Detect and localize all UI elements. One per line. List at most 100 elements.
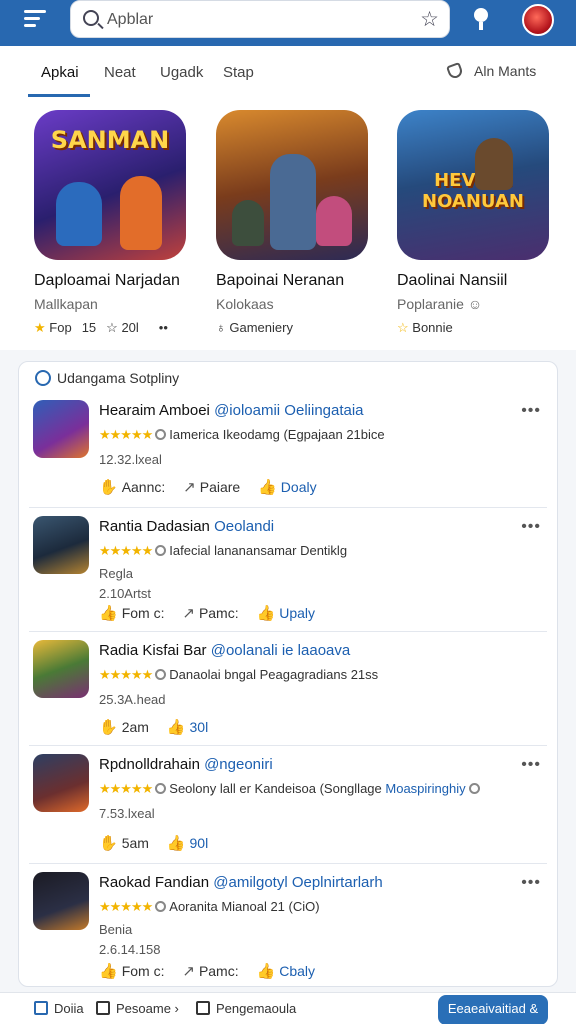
app-name[interactable]: Rpdnolldrahain @ngeoniri xyxy=(99,756,273,773)
star-icon: ★ xyxy=(34,320,46,335)
featured-subtitle: Mallkapan xyxy=(34,296,98,312)
character-figure xyxy=(56,182,102,246)
thumb-icon: ✋ xyxy=(99,479,118,496)
profile-avatar[interactable] xyxy=(522,4,554,36)
featured-card[interactable]: SANMAN Daploamai Narjadan Mallkapan ★ Fo… xyxy=(34,110,194,336)
featured-meta: ★ Fop 15 ☆ 20l •• xyxy=(34,320,168,335)
list-item[interactable]: Hearaim Amboei @ioloamii Oeliingataia ★★… xyxy=(29,400,547,508)
share-icon: ↗ xyxy=(182,963,195,980)
bottom-bar: Doiia Pesoame › Pengemaoula Eeaeaivaitia… xyxy=(0,992,576,1024)
app-meta: Benia xyxy=(99,922,133,937)
action-button[interactable]: 👍 Fom c: xyxy=(99,962,164,980)
featured-image[interactable]: HEVING NOANUAN xyxy=(397,110,549,260)
search-input[interactable] xyxy=(107,7,407,33)
tab-right-action[interactable]: Aln Mants xyxy=(446,62,537,80)
featured-meta: ☆ Bonnie xyxy=(397,320,453,335)
app-name[interactable]: Radia Kisfai Bar @oolanali ie laaoava xyxy=(99,642,350,659)
featured-section: SANMAN Daploamai Narjadan Mallkapan ★ Fo… xyxy=(0,100,576,350)
featured-title[interactable]: Daolinai Nansiil xyxy=(397,272,557,290)
featured-banner: HEVING NOANUAN xyxy=(422,170,524,212)
featured-image[interactable] xyxy=(216,110,368,260)
action-button[interactable]: ↗ Pamc: xyxy=(182,962,238,980)
action-button[interactable]: ✋ 5am xyxy=(99,834,149,852)
update-icon xyxy=(35,370,51,386)
app-meta: 2.6.14.158 xyxy=(99,942,161,957)
grid-icon xyxy=(96,1001,110,1015)
app-meta: Regla xyxy=(99,566,133,581)
app-icon[interactable] xyxy=(33,872,89,930)
character-figure xyxy=(475,138,513,190)
featured-card[interactable]: HEVING NOANUAN Daolinai Nansiil Poplaran… xyxy=(397,110,557,336)
action-button[interactable]: ↗ Paiare xyxy=(183,478,240,496)
tab-right-label: Aln Mants xyxy=(474,63,537,79)
like-icon: 👍 xyxy=(256,605,276,622)
app-description: ★★★★★ Iafecial lananansamar Dentiklg xyxy=(99,543,348,558)
star-outline-icon: ☆ xyxy=(397,320,409,335)
home-icon xyxy=(34,1001,48,1015)
featured-card[interactable]: Bapoinai Neranan Kolokaas ♁ Gameniery xyxy=(216,110,376,335)
featured-subtitle: Poplaranie ☺ xyxy=(397,296,483,312)
tab-neat[interactable]: Neat xyxy=(104,64,136,81)
star-icon[interactable]: ☆ xyxy=(420,7,439,32)
app-meta: 12.32.lxeal xyxy=(99,452,162,467)
thumb-icon: ✋ xyxy=(99,719,118,736)
like-icon: 👍 xyxy=(166,835,186,852)
featured-image[interactable]: SANMAN xyxy=(34,110,186,260)
featured-title[interactable]: Daploamai Narjadan xyxy=(34,272,194,290)
tab-ugadk[interactable]: Ugadk xyxy=(160,64,203,81)
emoji-icon: ☺ xyxy=(467,296,483,312)
notification-icon[interactable] xyxy=(472,8,490,30)
primary-button[interactable]: Eeaeaivaitiad & xyxy=(438,995,548,1024)
bottom-item[interactable]: Pengemaoula xyxy=(196,1001,296,1016)
row-actions: ✋ 2am 👍 30l xyxy=(99,718,222,736)
action-button[interactable]: 👍 30l xyxy=(167,718,208,736)
character-figure xyxy=(232,200,264,246)
featured-banner: SANMAN xyxy=(50,126,170,154)
list-item[interactable]: Rpdnolldrahain @ngeoniri ★★★★★ Seolony la… xyxy=(29,754,547,864)
active-tab-indicator xyxy=(28,94,90,97)
tab-bar: Apkai Neat Ugadk Stap Aln Mants xyxy=(0,46,576,100)
action-button[interactable]: 👍 90l xyxy=(167,834,208,852)
action-button[interactable]: ↗ Pamc: xyxy=(182,604,238,622)
panel-title: Udangama Sotpliny xyxy=(57,370,180,386)
row-actions: 👍 Fom c: ↗ Pamc: 👍 Upaly xyxy=(99,604,329,622)
action-button[interactable]: 👍 Fom c: xyxy=(99,604,164,622)
list-item[interactable]: Radia Kisfai Bar @oolanali ie laaoava ★★… xyxy=(29,640,547,746)
share-icon: ↗ xyxy=(182,605,195,622)
menu-icon[interactable] xyxy=(24,10,46,30)
action-button[interactable]: 👍 Upaly xyxy=(257,604,315,622)
tools-icon xyxy=(196,1001,210,1015)
app-name[interactable]: Rantia Dadasian Oeolandi xyxy=(99,518,274,535)
app-description: ★★★★★ Aoranita Mianoal 21 (CiO) xyxy=(99,899,320,914)
action-button[interactable]: 👍 Cbaly xyxy=(257,962,315,980)
app-meta: 2.10Artst xyxy=(99,586,152,601)
action-button[interactable]: ✋ 2am xyxy=(99,718,149,736)
bottom-item[interactable]: Doiia xyxy=(34,1001,84,1016)
app-icon[interactable] xyxy=(33,400,89,458)
share-icon: ↗ xyxy=(183,479,196,496)
action-button[interactable]: ✋ Aannc: xyxy=(99,478,165,496)
more-options-icon[interactable]: ••• xyxy=(521,756,541,774)
app-name[interactable]: Hearaim Amboei @ioloamii Oeliingataia xyxy=(99,402,364,419)
more-options-icon[interactable]: ••• xyxy=(521,402,541,420)
more-options-icon[interactable]: ••• xyxy=(521,874,541,892)
app-icon[interactable] xyxy=(33,754,89,812)
featured-title[interactable]: Bapoinai Neranan xyxy=(216,272,376,290)
app-description: ★★★★★ Danaolai bngal Peagagradians 21ss xyxy=(99,667,379,682)
more-options-icon[interactable]: ••• xyxy=(521,518,541,536)
list-item[interactable]: Rantia Dadasian Oeolandi ★★★★★ Iafecial l… xyxy=(29,516,547,632)
list-item[interactable]: Raokad Fandian @amilgotyl Oeplnirtarlarh… xyxy=(29,872,547,984)
bottom-item[interactable]: Pesoame › xyxy=(96,1001,179,1016)
tab-stap[interactable]: Stap xyxy=(223,64,254,81)
action-button[interactable]: 👍 Doaly xyxy=(258,478,316,496)
tab-apkai[interactable]: Apkai xyxy=(41,64,79,81)
app-icon[interactable] xyxy=(33,640,89,698)
like-icon: 👍 xyxy=(256,963,276,980)
panel-header: Udangama Sotpliny xyxy=(35,370,179,386)
thumb-icon: ✋ xyxy=(99,835,118,852)
app-icon[interactable] xyxy=(33,516,89,574)
search-bar[interactable]: ☆ xyxy=(70,0,450,38)
thumb-icon: 👍 xyxy=(99,605,118,622)
featured-subtitle: Kolokaas xyxy=(216,296,274,312)
app-name[interactable]: Raokad Fandian @amilgotyl Oeplnirtarlarh xyxy=(99,874,383,891)
